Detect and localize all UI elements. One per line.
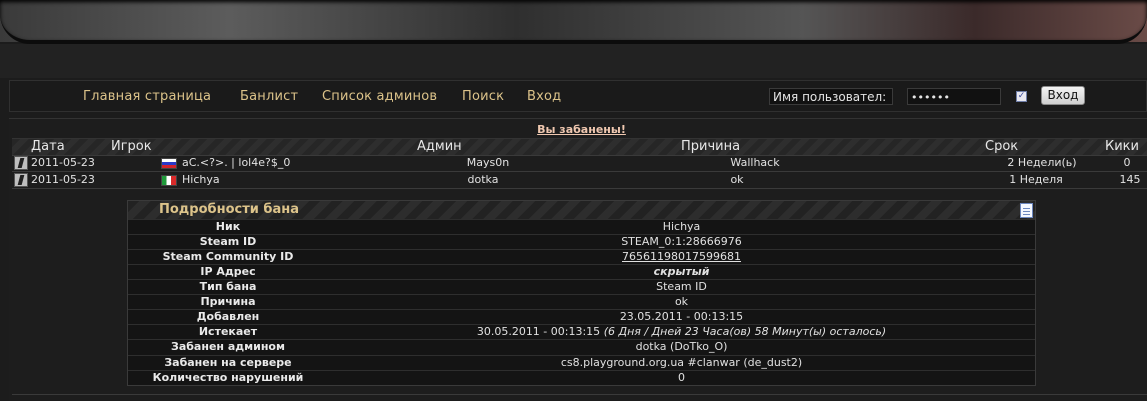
detail-value: ok <box>674 295 689 308</box>
detail-value: dotka (DoTko_O) <box>635 340 728 353</box>
col-admin-header[interactable]: Админ <box>417 139 462 154</box>
detail-row: IP Адрес скрытый <box>128 264 1035 280</box>
detail-row: Причина ok <box>128 294 1035 310</box>
detail-label: Тип бана <box>199 280 257 293</box>
row-reason: Wallhack <box>730 156 780 169</box>
row-admin: Mays0n <box>466 156 510 169</box>
row-term: 1 Неделя <box>1009 173 1063 186</box>
detail-row: Количество нарушений 0 <box>128 370 1035 386</box>
detail-label: Ник <box>215 220 241 233</box>
game-mod-icon <box>14 173 28 187</box>
game-mod-icon <box>14 156 28 170</box>
nav-banlist-link[interactable]: Банлист <box>240 89 298 104</box>
nav-login-link[interactable]: Вход <box>527 89 561 104</box>
detail-label: Причина <box>200 295 256 308</box>
header-band <box>0 44 1147 78</box>
remember-checkbox[interactable]: ✓ <box>1016 91 1027 102</box>
row-term: 2 Недели(ь) <box>1007 156 1077 169</box>
document-icon[interactable] <box>1020 203 1033 218</box>
detail-value-wrap: 30.05.2011 - 00:13:15 (6 Дня / Дней 23 Ч… <box>328 325 1035 338</box>
detail-row: Ник Hichya <box>128 219 1035 235</box>
username-input[interactable]: Имя пользовател: <box>769 88 893 105</box>
nav-search-link[interactable]: Поиск <box>462 89 504 104</box>
col-player-header[interactable]: Игрок <box>111 139 152 154</box>
row-reason: ok <box>730 173 744 186</box>
ban-alert: Вы забанены! <box>537 123 626 136</box>
row-date: 2011-05-23 <box>31 156 95 169</box>
table-row[interactable]: 2011-05-23 aC.<?>. | lol4e?$_0 Mays0n Wa… <box>12 155 1147 172</box>
russia-flag-icon <box>161 158 177 169</box>
row-date: 2011-05-23 <box>31 173 95 186</box>
expires-remaining: (6 Дня / Дней 23 Часа(ов) 58 Минут(ы) ос… <box>603 325 887 338</box>
detail-label: Забанен на сервере <box>164 356 292 369</box>
table-row[interactable]: 2011-05-23 Hichya dotka ok 1 Неделя 145 <box>12 172 1147 189</box>
detail-label: Количество нарушений <box>152 371 304 384</box>
detail-value-wrap: 76561198017599681 <box>328 250 1035 263</box>
header-banner <box>0 0 1147 44</box>
nav-home-link[interactable]: Главная страница <box>83 89 211 104</box>
detail-label: Истекает <box>198 325 258 338</box>
detail-value: 0 <box>678 371 685 384</box>
detail-row: Забанен админом dotka (DoTko_O) <box>128 339 1035 355</box>
detail-row: Steam Community ID 76561198017599681 <box>128 249 1035 265</box>
col-kicks-header[interactable]: Кики <box>1105 139 1139 154</box>
ban-details-title: Подробности бана <box>159 202 300 217</box>
row-kicks: 0 <box>1123 156 1131 169</box>
header-frame <box>0 0 1147 44</box>
detail-row: Тип бана Steam ID <box>128 279 1035 295</box>
detail-value: cs8.playground.org.ua #clanwar (de_dust2… <box>560 356 803 369</box>
row-player: aC.<?>. | lol4e?$_0 <box>182 156 291 169</box>
steam-community-link[interactable]: 76561198017599681 <box>622 250 741 263</box>
detail-value: Steam ID <box>656 280 707 293</box>
detail-value: STEAM_0:1:28666976 <box>621 235 742 248</box>
col-date-header[interactable]: Дата <box>31 139 65 154</box>
detail-value: 23.05.2011 - 00:13:15 <box>619 310 744 323</box>
detail-label: Steam Community ID <box>162 250 294 263</box>
detail-label: Забанен админом <box>171 340 285 353</box>
detail-row: Steam ID STEAM_0:1:28666976 <box>128 234 1035 250</box>
col-reason-header[interactable]: Причина <box>681 139 740 154</box>
detail-label: IP Адрес <box>200 265 256 278</box>
row-admin: dotka <box>467 173 499 186</box>
table-header <box>12 138 1147 156</box>
detail-row: Истекает 30.05.2011 - 00:13:15 (6 Дня / … <box>128 324 1035 340</box>
detail-value: скрытый <box>653 265 710 278</box>
col-term-header[interactable]: Срок <box>985 139 1018 154</box>
detail-row: Забанен на сервере cs8.playground.org.ua… <box>128 355 1035 371</box>
italy-flag-icon <box>161 175 177 186</box>
detail-label: Steam ID <box>199 235 257 248</box>
row-player: Hichya <box>182 173 220 186</box>
detail-row: Добавлен 23.05.2011 - 00:13:15 <box>128 309 1035 325</box>
expires-date: 30.05.2011 - 00:13:15 <box>476 325 601 338</box>
password-input[interactable]: •••••• <box>907 88 1001 105</box>
detail-value: Hichya <box>662 220 701 233</box>
detail-label: Добавлен <box>196 310 260 323</box>
nav-admins-link[interactable]: Список админов <box>322 89 437 104</box>
row-kicks: 145 <box>1119 173 1141 186</box>
login-button[interactable]: Вход <box>1041 86 1085 105</box>
